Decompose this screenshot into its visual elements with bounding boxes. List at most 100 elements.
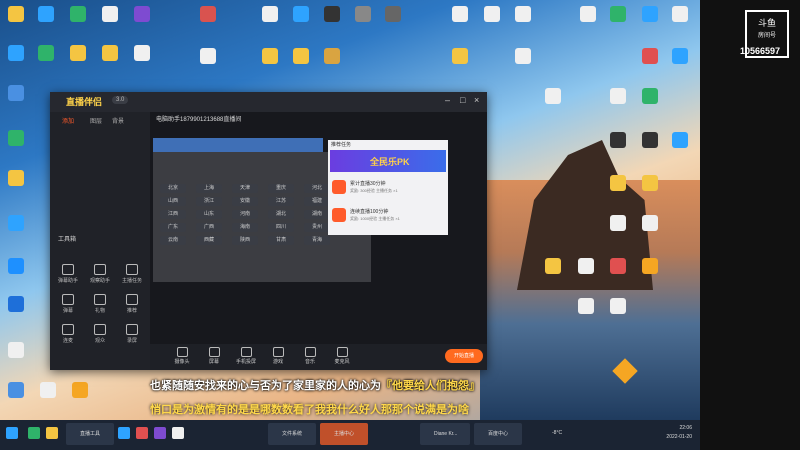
region-button[interactable]: 四川: [268, 223, 294, 232]
desktop-icon[interactable]: [293, 6, 309, 22]
region-button[interactable]: 重庆: [268, 184, 294, 193]
desktop-icon[interactable]: [8, 258, 24, 274]
tool-record[interactable]: 录屏: [118, 324, 146, 348]
desktop-icon[interactable]: [70, 6, 86, 22]
desktop-icon[interactable]: [72, 382, 88, 398]
desktop-icon[interactable]: [8, 170, 24, 186]
desktop-icon[interactable]: [642, 175, 658, 191]
desktop-icon[interactable]: [642, 258, 658, 274]
minimize-button[interactable]: –: [445, 95, 450, 105]
region-button[interactable]: 湖南: [304, 210, 330, 219]
region-button[interactable]: 广西: [196, 223, 222, 232]
music-button[interactable]: 音乐: [296, 347, 324, 365]
desktop-icon[interactable]: [452, 6, 468, 22]
region-button[interactable]: 安徽: [232, 197, 258, 206]
screen-button[interactable]: 屏幕: [200, 347, 228, 365]
region-button[interactable]: 山西: [160, 197, 186, 206]
desktop-icon[interactable]: [324, 48, 340, 64]
tab-add[interactable]: 添加: [62, 116, 74, 125]
pk-banner[interactable]: 全民乐PK: [330, 150, 446, 172]
region-button[interactable]: 海南: [232, 223, 258, 232]
desktop-icon[interactable]: [40, 382, 56, 398]
start-live-button[interactable]: 开始直播: [445, 349, 483, 363]
desktop-icon[interactable]: [200, 48, 216, 64]
desktop-icon[interactable]: [8, 296, 24, 312]
desktop-icon[interactable]: [610, 258, 626, 274]
desktop-icon[interactable]: [452, 48, 468, 64]
start-icon[interactable]: [6, 427, 18, 439]
taskbar-item[interactable]: 百度中心: [474, 423, 522, 445]
desktop-icon[interactable]: [385, 6, 401, 22]
tool-gift[interactable]: 礼物: [86, 294, 114, 318]
task-item[interactable]: 连续直播100分钟 奖励: 1000经验 主播任务 ×1: [332, 206, 444, 230]
desktop-icon[interactable]: [672, 48, 688, 64]
desktop-icon[interactable]: [8, 45, 24, 61]
desktop-icon[interactable]: [484, 6, 500, 22]
weather-indicator[interactable]: -8°C: [552, 430, 562, 436]
region-button[interactable]: 山东: [196, 210, 222, 219]
desktop-icon[interactable]: [262, 48, 278, 64]
task-item[interactable]: 累计直播30分钟 奖励: 300经验 主播任务 ×1: [332, 178, 444, 202]
tab-background[interactable]: 背景: [112, 116, 124, 125]
tool-tasks[interactable]: 主播任务: [118, 264, 146, 288]
tab-layer[interactable]: 图层: [90, 116, 102, 125]
camera-button[interactable]: 摄像头: [168, 347, 196, 365]
region-button[interactable]: 江苏: [268, 197, 294, 206]
desktop-icon[interactable]: [102, 6, 118, 22]
desktop-icon[interactable]: [38, 6, 54, 22]
taskbar-item[interactable]: 文件系统: [268, 423, 316, 445]
taskbar-app-icon[interactable]: [118, 427, 130, 439]
region-button[interactable]: 广东: [160, 223, 186, 232]
game-button[interactable]: 游戏: [264, 347, 292, 365]
desktop-icon[interactable]: [515, 48, 531, 64]
close-button[interactable]: ×: [474, 95, 479, 105]
region-button[interactable]: 陕西: [232, 236, 258, 245]
taskbar-app-icon[interactable]: [136, 427, 148, 439]
region-button[interactable]: 河北: [304, 184, 330, 193]
region-button[interactable]: 江西: [160, 210, 186, 219]
desktop-icon[interactable]: [8, 6, 24, 22]
region-button[interactable]: 福建: [304, 197, 330, 206]
phone-cast-button[interactable]: 手机投屏: [232, 347, 260, 365]
tool-mic-link[interactable]: 连麦: [54, 324, 82, 348]
tool-audience[interactable]: 观众: [86, 324, 114, 348]
desktop-icon[interactable]: [610, 88, 626, 104]
desktop-icon[interactable]: [672, 6, 688, 22]
taskbar-item[interactable]: Diane Kr...: [420, 423, 470, 445]
tool-observer[interactable]: 观察助手: [86, 264, 114, 288]
desktop-icon[interactable]: [38, 45, 54, 61]
desktop-icon[interactable]: [672, 132, 688, 148]
desktop-icon[interactable]: [642, 48, 658, 64]
desktop-icon[interactable]: [578, 258, 594, 274]
taskbar-app-icon[interactable]: [46, 427, 58, 439]
desktop-icon[interactable]: [8, 130, 24, 146]
desktop-icon[interactable]: [293, 48, 309, 64]
region-button[interactable]: 北京: [160, 184, 186, 193]
taskbar-app-icon[interactable]: [172, 427, 184, 439]
tool-recommend[interactable]: 推荐: [118, 294, 146, 318]
desktop-icon[interactable]: [610, 6, 626, 22]
desktop-icon[interactable]: [610, 132, 626, 148]
desktop-icon[interactable]: [578, 298, 594, 314]
desktop-icon[interactable]: [262, 6, 278, 22]
desktop-icon[interactable]: [8, 215, 24, 231]
desktop-icon[interactable]: [610, 298, 626, 314]
region-button[interactable]: 浙江: [196, 197, 222, 206]
region-button[interactable]: 河南: [232, 210, 258, 219]
desktop-icon[interactable]: [515, 6, 531, 22]
tool-danmu-helper[interactable]: 弹幕助手: [54, 264, 82, 288]
region-button[interactable]: 天津: [232, 184, 258, 193]
clock[interactable]: 22:06 2022-01-20: [666, 424, 692, 442]
region-button[interactable]: 云南: [160, 236, 186, 245]
desktop-icon[interactable]: [355, 6, 371, 22]
region-button[interactable]: 贵州: [304, 223, 330, 232]
desktop-icon[interactable]: [642, 215, 658, 231]
desktop-icon[interactable]: [200, 6, 216, 22]
desktop-icon[interactable]: [642, 6, 658, 22]
taskbar-app-icon[interactable]: [154, 427, 166, 439]
tool-danmu[interactable]: 弹幕: [54, 294, 82, 318]
desktop-icon[interactable]: [324, 6, 340, 22]
desktop-icon[interactable]: [134, 6, 150, 22]
desktop-icon[interactable]: [545, 88, 561, 104]
region-button[interactable]: 西藏: [196, 236, 222, 245]
